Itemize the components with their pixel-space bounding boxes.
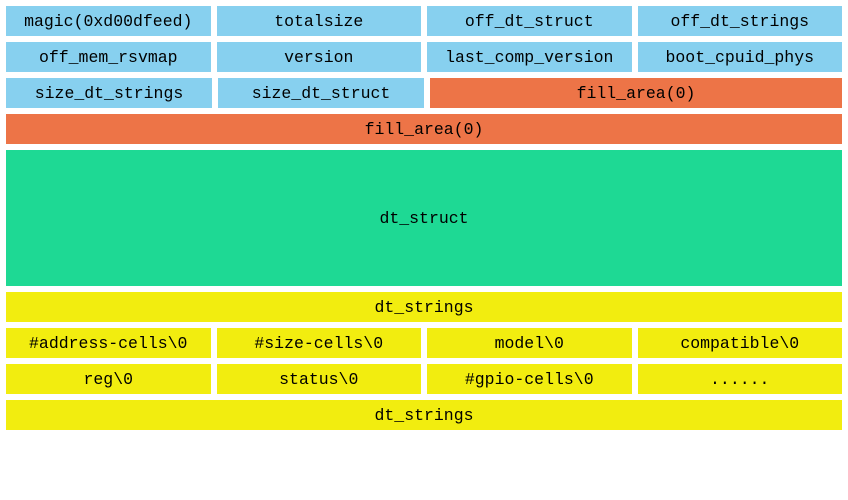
header-row-2: off_mem_rsvmap version last_comp_version… bbox=[6, 42, 842, 72]
block-dt-strings-bottom: dt_strings bbox=[6, 400, 842, 430]
str-gpio-cells: #gpio-cells\0 bbox=[427, 364, 632, 394]
str-compatible: compatible\0 bbox=[638, 328, 843, 358]
header-row-1: magic(0xd00dfeed) totalsize off_dt_struc… bbox=[6, 6, 842, 36]
dt-strings-footer: dt_strings bbox=[6, 400, 842, 430]
dt-struct-row: dt_struct bbox=[6, 150, 842, 286]
str-address-cells: #address-cells\0 bbox=[6, 328, 211, 358]
block-dt-strings-top: dt_strings bbox=[6, 292, 842, 322]
field-off-dt-struct: off_dt_struct bbox=[427, 6, 632, 36]
block-dt-struct: dt_struct bbox=[6, 150, 842, 286]
strings-row-1: #address-cells\0 #size-cells\0 model\0 c… bbox=[6, 328, 842, 358]
field-version: version bbox=[217, 42, 422, 72]
field-fill-area-0a: fill_area(0) bbox=[430, 78, 842, 108]
field-magic: magic(0xd00dfeed) bbox=[6, 6, 211, 36]
str-size-cells: #size-cells\0 bbox=[217, 328, 422, 358]
str-more: ...... bbox=[638, 364, 843, 394]
str-status: status\0 bbox=[217, 364, 422, 394]
str-reg: reg\0 bbox=[6, 364, 211, 394]
field-totalsize: totalsize bbox=[217, 6, 422, 36]
field-boot-cpuid-phys: boot_cpuid_phys bbox=[638, 42, 843, 72]
field-size-dt-strings: size_dt_strings bbox=[6, 78, 212, 108]
header-row-3: size_dt_strings size_dt_struct fill_area… bbox=[6, 78, 842, 108]
fill-row: fill_area(0) bbox=[6, 114, 842, 144]
str-model: model\0 bbox=[427, 328, 632, 358]
strings-row-2: reg\0 status\0 #gpio-cells\0 ...... bbox=[6, 364, 842, 394]
field-off-dt-strings: off_dt_strings bbox=[638, 6, 843, 36]
field-off-mem-rsvmap: off_mem_rsvmap bbox=[6, 42, 211, 72]
dt-strings-header: dt_strings bbox=[6, 292, 842, 322]
field-last-comp-version: last_comp_version bbox=[427, 42, 632, 72]
field-fill-area-0b: fill_area(0) bbox=[6, 114, 842, 144]
field-size-dt-struct: size_dt_struct bbox=[218, 78, 424, 108]
